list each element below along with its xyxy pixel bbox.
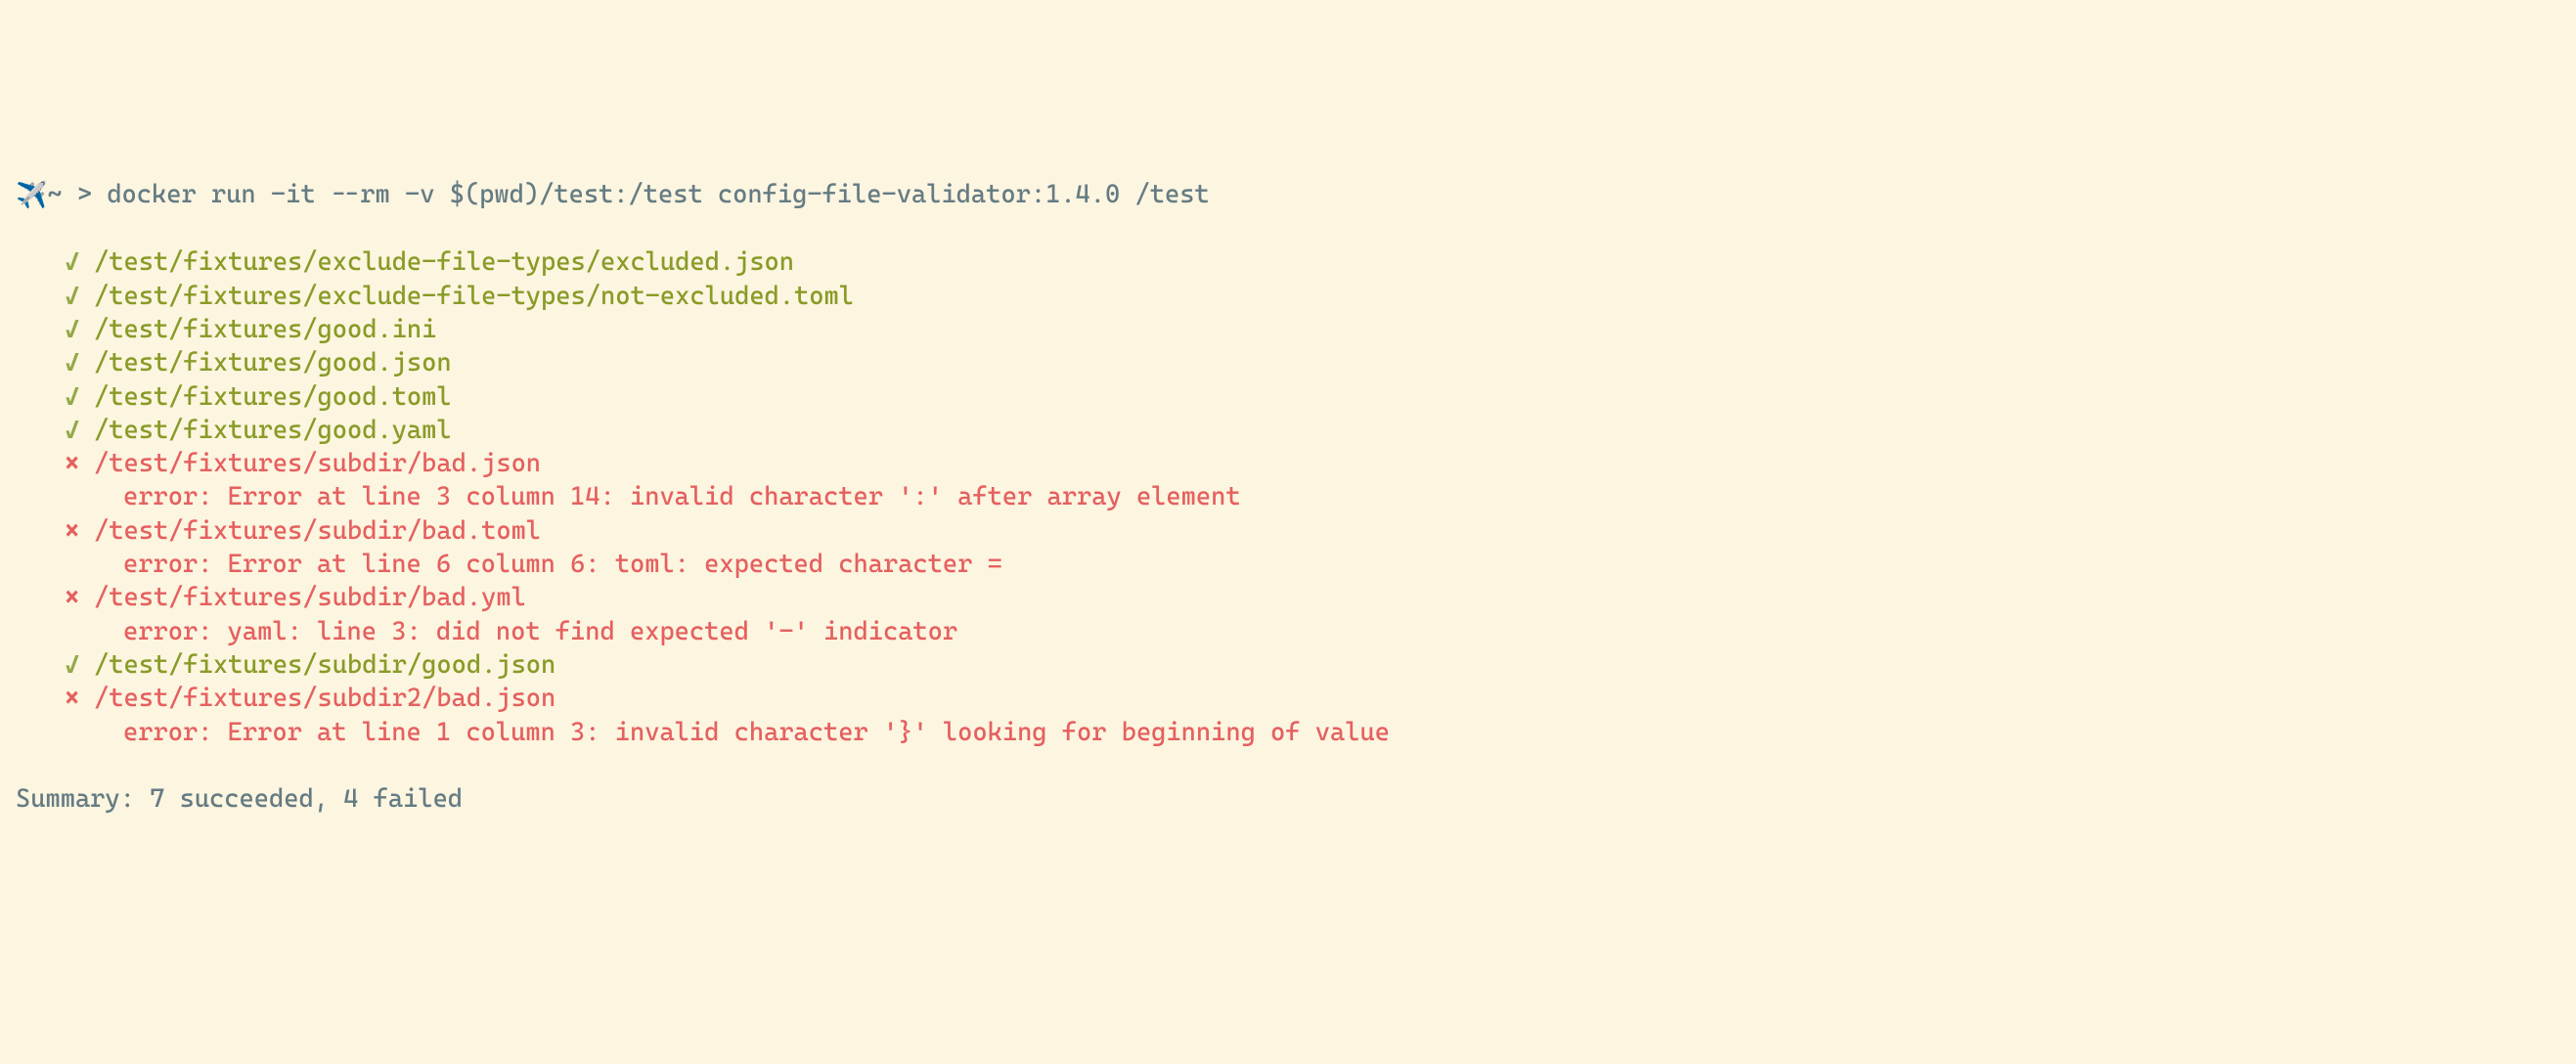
check-icon: ✓ xyxy=(65,648,94,682)
file-path: /test/fixtures/good.yaml xyxy=(94,416,452,445)
check-icon: ✓ xyxy=(65,280,94,313)
file-path: /test/fixtures/subdir/bad.yml xyxy=(94,583,526,612)
results-list: ✓/test/fixtures/exclude-file-types/exclu… xyxy=(16,245,2560,749)
cross-icon: × xyxy=(65,447,94,480)
cross-icon: × xyxy=(65,682,94,715)
prompt-prefix: ~ > xyxy=(47,180,107,209)
file-path: /test/fixtures/exclude-file-types/not-ex… xyxy=(94,282,854,311)
cross-icon: × xyxy=(65,581,94,614)
error-message: error: Error at line 3 column 14: invali… xyxy=(16,480,2560,513)
file-path: /test/fixtures/exclude-file-types/exclud… xyxy=(94,247,794,277)
file-path: /test/fixtures/good.ini xyxy=(94,315,436,344)
check-icon: ✓ xyxy=(65,245,94,279)
result-line: ×/test/fixtures/subdir/bad.toml xyxy=(16,514,2560,548)
result-line: ×/test/fixtures/subdir/bad.yml xyxy=(16,581,2560,614)
error-message: error: Error at line 6 column 6: toml: e… xyxy=(16,548,2560,581)
check-icon: ✓ xyxy=(65,414,94,447)
result-line: ×/test/fixtures/subdir/bad.json xyxy=(16,447,2560,480)
check-icon: ✓ xyxy=(65,380,94,414)
file-path: /test/fixtures/good.toml xyxy=(94,382,452,412)
result-line: ✓/test/fixtures/exclude-file-types/not-e… xyxy=(16,280,2560,313)
terminal-output: ✈️~ > docker run -it --rm -v $(pwd)/test… xyxy=(16,144,2560,850)
check-icon: ✓ xyxy=(65,346,94,379)
cross-icon: × xyxy=(65,514,94,548)
prompt-line: ✈️~ > docker run -it --rm -v $(pwd)/test… xyxy=(16,178,2560,212)
command-text: docker run -it --rm -v $(pwd)/test:/test… xyxy=(107,180,1209,209)
file-path: /test/fixtures/subdir/bad.toml xyxy=(94,516,541,546)
error-message: error: yaml: line 3: did not find expect… xyxy=(16,615,2560,648)
result-line: ✓/test/fixtures/exclude-file-types/exclu… xyxy=(16,245,2560,279)
result-line: ×/test/fixtures/subdir2/bad.json xyxy=(16,682,2560,715)
result-line: ✓/test/fixtures/good.yaml xyxy=(16,414,2560,447)
file-path: /test/fixtures/subdir/bad.json xyxy=(94,449,541,478)
check-icon: ✓ xyxy=(65,313,94,346)
result-line: ✓/test/fixtures/subdir/good.json xyxy=(16,648,2560,682)
airplane-icon: ✈️ xyxy=(16,179,47,212)
result-line: ✓/test/fixtures/good.json xyxy=(16,346,2560,379)
file-path: /test/fixtures/good.json xyxy=(94,348,452,377)
result-line: ✓/test/fixtures/good.toml xyxy=(16,380,2560,414)
error-message: error: Error at line 1 column 3: invalid… xyxy=(16,716,2560,749)
summary-line: Summary: 7 succeeded, 4 failed xyxy=(16,782,2560,816)
file-path: /test/fixtures/subdir/good.json xyxy=(94,650,555,680)
result-line: ✓/test/fixtures/good.ini xyxy=(16,313,2560,346)
file-path: /test/fixtures/subdir2/bad.json xyxy=(94,684,555,713)
